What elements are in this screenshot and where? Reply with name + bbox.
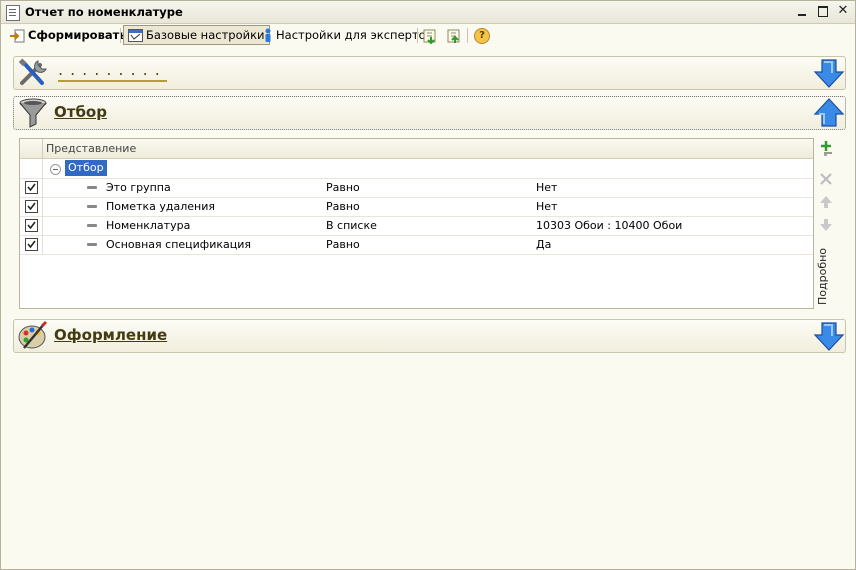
save-settings-icon[interactable] [446,28,462,44]
condition[interactable]: Равно [326,181,360,194]
generate-label: Сформировать [28,28,127,42]
table-header: Представление [20,139,813,159]
row-checkbox[interactable] [25,181,38,194]
palette-icon [18,320,48,349]
header-corner [20,139,43,158]
checkbox-cell [20,159,43,178]
value[interactable]: Нет [536,200,557,213]
help-icon[interactable]: ? [474,28,490,44]
title-bar: Отчет по номенклатуре ✕ [1,1,855,24]
check-icon [27,221,36,230]
expert-settings-label: Настройки для экспертов [276,28,433,42]
column-header-presentation: Представление [46,142,137,155]
checkbox-cell [20,216,43,235]
move-up-icon[interactable] [818,194,834,210]
table-row[interactable]: Пометка удаления Равно Нет [20,197,813,217]
generate-button[interactable]: Сформировать [5,25,131,45]
table-row-group[interactable]: Отбор [20,159,813,179]
row-checkbox[interactable] [25,219,38,232]
design-section-label[interactable]: Оформление [54,326,167,344]
move-down-icon[interactable] [818,217,834,233]
delete-icon[interactable] [818,171,834,187]
field-icon [87,224,97,227]
report-window: Отчет по номенклатуре ✕ Сформировать Баз… [0,0,856,570]
expert-settings-button[interactable]: Настройки для экспертов [259,25,436,45]
field-name: Пометка удаления [106,200,215,213]
value[interactable]: Да [536,238,551,251]
checkbox-cell [20,235,43,254]
check-icon [27,202,36,211]
checkbox-cell [20,197,43,216]
check-icon [27,240,36,249]
expand-arrow-icon[interactable] [813,320,845,352]
details-toggle[interactable]: Подробно [816,246,836,306]
settings-section: ......... [13,56,846,90]
window-title: Отчет по номенклатуре [25,5,183,19]
field-name: Это группа [106,181,171,194]
table-row[interactable]: Номенклатура В списке 10303 Обои : 10400… [20,216,813,236]
settings-table-icon [128,29,143,42]
check-icon [27,183,36,192]
field-icon [87,243,97,246]
condition[interactable]: В списке [326,219,377,232]
design-section: Оформление [13,319,846,353]
toolbar-separator [417,28,418,43]
tools-icon [18,58,47,85]
condition[interactable]: Равно [326,238,360,251]
filter-section-label[interactable]: Отбор [54,103,107,121]
value[interactable]: Нет [536,181,557,194]
document-icon [6,5,20,21]
table-row[interactable]: Основная спецификация Равно Да [20,235,813,255]
maximize-button[interactable] [816,4,830,18]
field-name: Номенклатура [106,219,191,232]
toolbar-separator [467,28,468,43]
group-label: Отбор [65,160,107,176]
expand-arrow-icon[interactable] [813,57,845,89]
close-button[interactable]: ✕ [836,4,850,18]
collapse-group-icon[interactable] [50,164,61,175]
funnel-icon [19,98,47,128]
filter-section: Отбор [13,96,846,130]
base-settings-label: Базовые настройки [146,28,265,42]
collapse-arrow-icon[interactable] [813,97,845,129]
field-icon [87,186,97,189]
load-settings-icon[interactable] [422,28,438,44]
toolbar-separator [120,28,121,43]
toolbar: Сформировать Базовые настройки Настройки… [1,24,855,47]
table-row[interactable]: Это группа Равно Нет [20,178,813,198]
settings-section-label[interactable]: ......... [58,60,167,82]
field-icon [87,205,97,208]
field-name: Основная спецификация [106,238,251,251]
filter-side-toolbar: Подробно [816,138,838,308]
row-checkbox[interactable] [25,200,38,213]
value[interactable]: 10303 Обои : 10400 Обои [536,219,682,232]
row-checkbox[interactable] [25,238,38,251]
person-icon [265,28,271,42]
add-condition-icon[interactable] [818,140,834,156]
minimize-button[interactable] [795,4,809,18]
base-settings-button[interactable]: Базовые настройки [123,25,270,45]
condition[interactable]: Равно [326,200,360,213]
checkbox-cell [20,178,43,197]
generate-icon [10,29,25,42]
filter-table: Представление Отбор Это группа Равно Нет [19,138,814,309]
